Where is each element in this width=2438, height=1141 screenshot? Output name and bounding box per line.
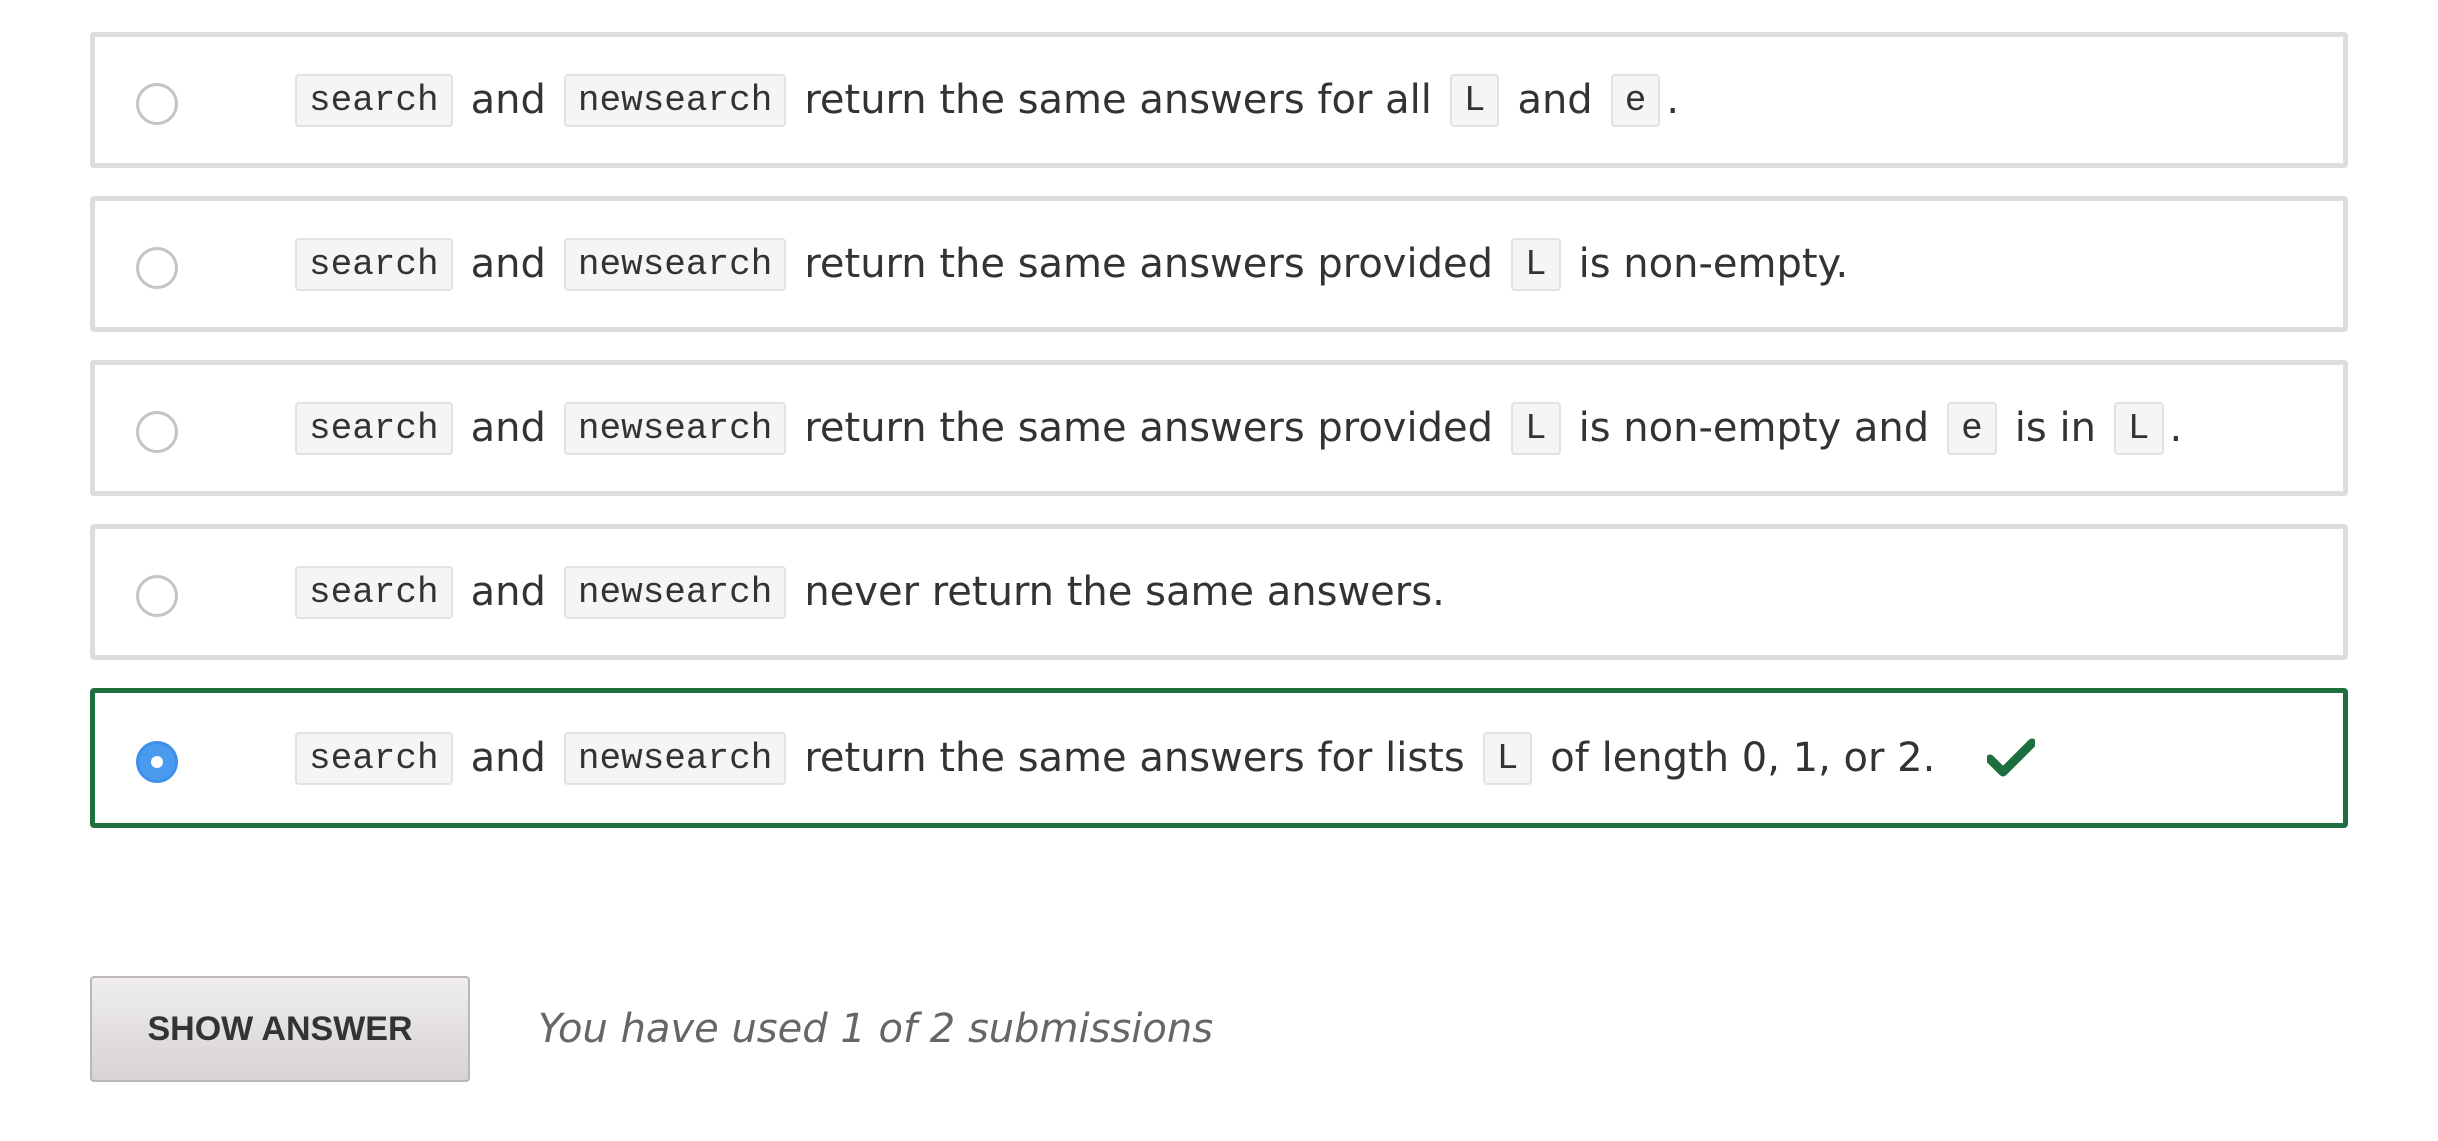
code-e: e — [1610, 73, 1661, 127]
option-text: and — [470, 405, 546, 451]
option-text: and — [470, 77, 546, 123]
option-text: is non-empty. — [1578, 241, 1849, 287]
code-search: search — [295, 401, 453, 455]
code-search: search — [295, 237, 453, 291]
option-text: and — [470, 241, 546, 287]
code-L: L — [2113, 401, 2164, 455]
option-5-label: search and newsearch return the same ans… — [295, 693, 2036, 823]
radio-button-option-2[interactable] — [136, 247, 178, 289]
option-text: is in — [2014, 405, 2096, 451]
option-text: and — [470, 569, 546, 615]
answer-option-5[interactable]: search and newsearch return the same ans… — [90, 688, 2348, 828]
code-L: L — [1449, 73, 1500, 127]
answer-option-3[interactable]: search and newsearch return the same ans… — [90, 360, 2348, 496]
code-newsearch: newsearch — [563, 731, 787, 785]
radio-button-option-3[interactable] — [136, 411, 178, 453]
submissions-status: You have used 1 of 2 submissions — [538, 1006, 1214, 1052]
option-text: . — [1666, 77, 1680, 123]
code-newsearch: newsearch — [563, 73, 787, 127]
code-e: e — [1947, 401, 1997, 455]
option-4-label: search and newsearch never return the sa… — [295, 529, 1445, 655]
show-answer-button[interactable]: SHOW ANSWER — [90, 976, 470, 1082]
option-text: of length 0, 1, or 2. — [1550, 735, 1936, 781]
option-2-label: search and newsearch return the same ans… — [295, 201, 1848, 327]
option-text: . — [2169, 405, 2183, 451]
code-search: search — [295, 73, 453, 127]
option-text: and — [1517, 77, 1593, 123]
code-search: search — [295, 731, 453, 785]
option-1-label: search and newsearch return the same ans… — [295, 37, 1679, 163]
code-L: L — [1482, 731, 1533, 785]
answer-option-4[interactable]: search and newsearch never return the sa… — [90, 524, 2348, 660]
answer-option-2[interactable]: search and newsearch return the same ans… — [90, 196, 2348, 332]
option-text: return the same answers provided — [804, 241, 1493, 287]
checkmark-icon — [1987, 738, 2036, 777]
option-text: return the same answers for all — [804, 77, 1432, 123]
answer-options: search and newsearch return the same ans… — [90, 32, 2348, 856]
radio-button-option-5-selected[interactable] — [136, 741, 178, 783]
code-L: L — [1510, 401, 1561, 455]
code-newsearch: newsearch — [563, 237, 787, 291]
option-text: return the same answers provided — [804, 405, 1493, 451]
option-text: never return the same answers. — [804, 569, 1445, 615]
radio-button-option-4[interactable] — [136, 575, 178, 617]
option-text: return the same answers for lists — [804, 735, 1465, 781]
code-newsearch: newsearch — [563, 565, 787, 619]
code-L: L — [1510, 237, 1561, 291]
radio-button-option-1[interactable] — [136, 83, 178, 125]
code-newsearch: newsearch — [563, 401, 787, 455]
option-text: is non-empty and — [1578, 405, 1930, 451]
option-3-label: search and newsearch return the same ans… — [295, 365, 2182, 491]
answer-option-1[interactable]: search and newsearch return the same ans… — [90, 32, 2348, 168]
option-text: and — [470, 735, 546, 781]
code-search: search — [295, 565, 453, 619]
